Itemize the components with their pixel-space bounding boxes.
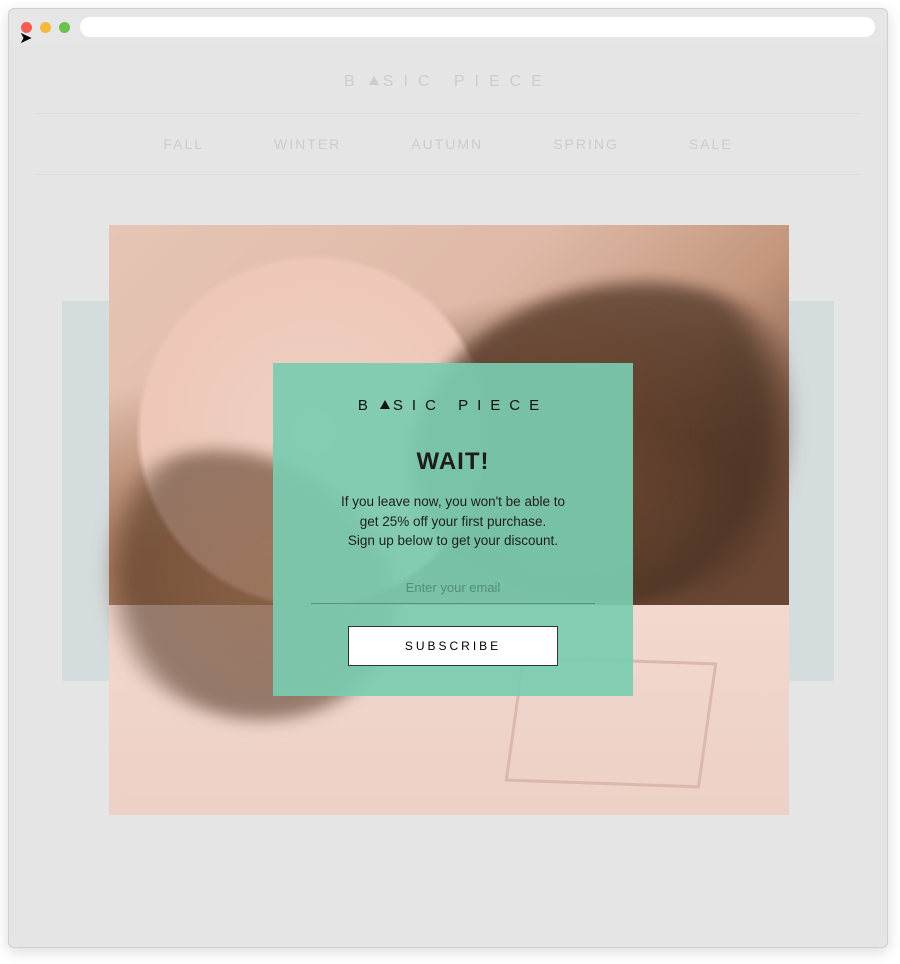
minimize-window-icon[interactable] (40, 22, 51, 33)
maximize-window-icon[interactable] (59, 22, 70, 33)
brand-prefix: B (358, 397, 377, 414)
browser-window: ➤ BSIC PIECE FALL WINTER AUTUMN SPRING S… (8, 8, 888, 948)
popup-body-text: If you leave now, you won't be able to g… (303, 492, 603, 551)
popup-title: WAIT! (303, 448, 603, 476)
window-controls: ➤ (21, 22, 70, 33)
email-field-wrapper (311, 579, 595, 604)
browser-chrome: ➤ (9, 9, 887, 45)
exit-intent-popup: B SIC PIECE WAIT! If you leave now, you w… (273, 363, 633, 696)
triangle-icon (380, 400, 390, 409)
brand-rest: SIC PIECE (393, 397, 548, 414)
email-input[interactable] (311, 580, 595, 595)
url-bar[interactable] (80, 17, 875, 37)
subscribe-button[interactable]: SUBSCRIBE (348, 626, 558, 666)
popup-brand-logo: B SIC PIECE (303, 397, 603, 414)
page-body: BSIC PIECE FALL WINTER AUTUMN SPRING SAL… (9, 45, 887, 947)
close-window-icon[interactable] (21, 22, 32, 33)
